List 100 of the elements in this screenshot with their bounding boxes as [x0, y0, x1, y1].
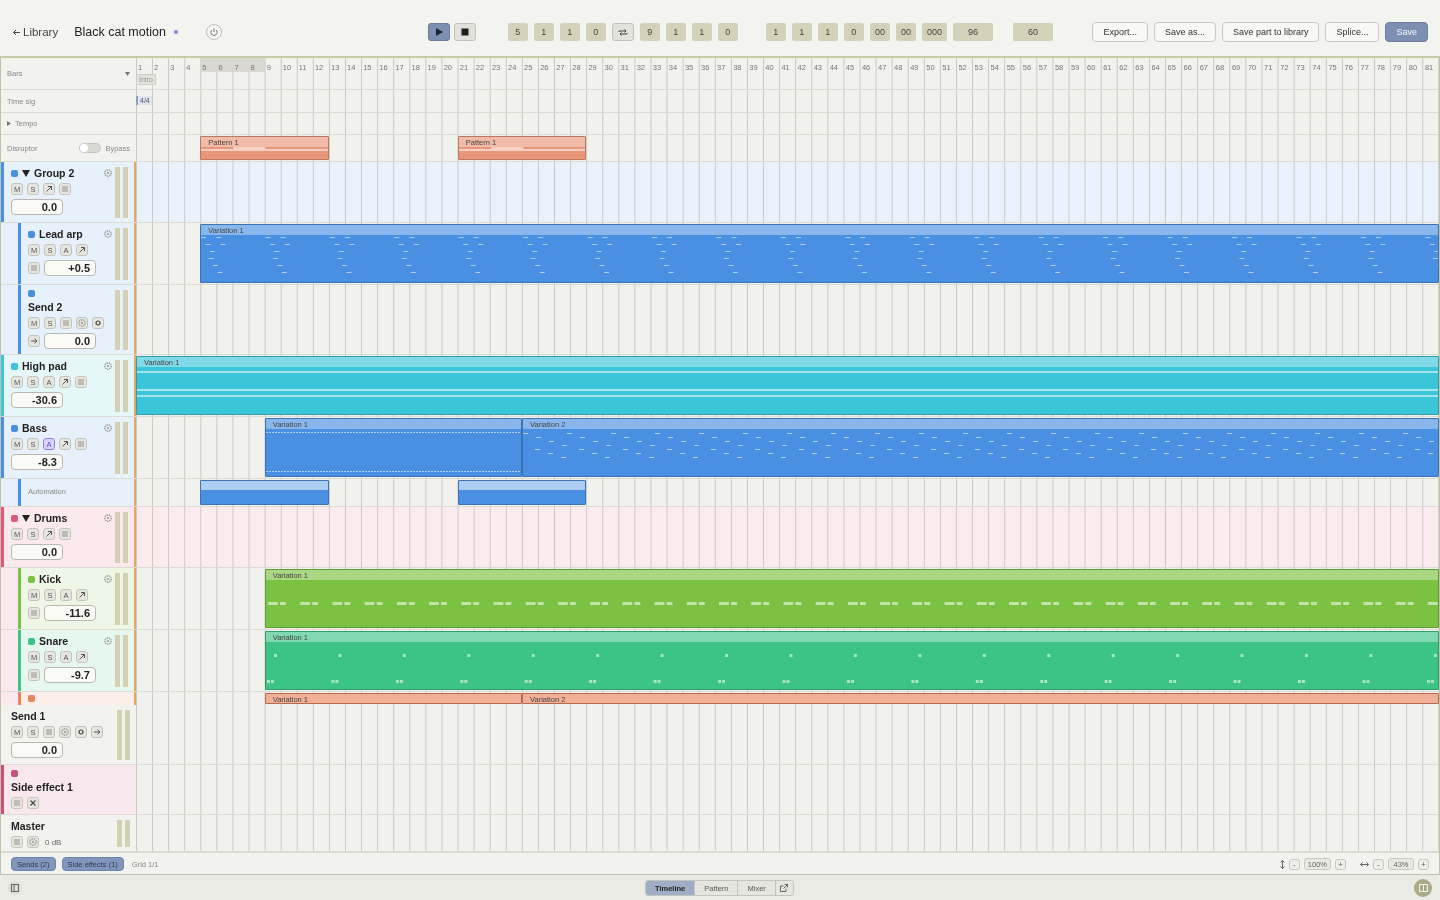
stop-button[interactable]	[453, 23, 476, 41]
position-field[interactable]: 00	[895, 23, 916, 41]
action-button[interactable]: Splice...	[1325, 22, 1380, 42]
settings-button[interactable]	[59, 726, 71, 738]
play-button[interactable]	[427, 23, 450, 41]
position-field[interactable]: 1	[559, 23, 580, 41]
square-button[interactable]	[75, 438, 87, 450]
sidebar-icon	[11, 883, 19, 892]
route-button[interactable]	[43, 528, 55, 540]
level-meter	[123, 290, 128, 350]
diagonal-arrow-icon	[77, 590, 87, 600]
track-name: Lead arp	[39, 228, 83, 240]
settings-button[interactable]	[27, 836, 39, 848]
tempo-field[interactable]: 60	[1012, 23, 1053, 41]
square-button[interactable]	[59, 183, 71, 195]
volume-field[interactable]: -30.6	[11, 392, 63, 408]
action-button[interactable]: Save part to library	[1221, 22, 1320, 42]
position-field[interactable]: 1	[817, 23, 838, 41]
square-icon	[29, 670, 39, 680]
position-field[interactable]: 1	[791, 23, 812, 41]
gear-icon	[103, 423, 113, 433]
close-button[interactable]	[27, 797, 39, 809]
ring-button[interactable]	[92, 317, 104, 329]
volume-field[interactable]: -8.3	[11, 454, 63, 470]
square-icon	[60, 184, 70, 194]
clip[interactable]	[457, 480, 587, 505]
level-meter	[125, 820, 130, 847]
loop-region[interactable]	[200, 58, 265, 72]
square-icon	[29, 608, 39, 618]
caret-icon	[125, 71, 130, 76]
volume-field[interactable]: -11.6	[44, 605, 96, 621]
action-button[interactable]: Save as...	[1153, 22, 1216, 42]
bypass-toggle[interactable]	[79, 143, 102, 153]
stop-icon	[460, 28, 469, 36]
route-button[interactable]	[76, 651, 88, 663]
level-meter	[115, 422, 120, 474]
track-name: Drums	[34, 512, 68, 524]
volume-field[interactable]: 0.0	[11, 199, 63, 215]
position-field[interactable]: 0	[843, 23, 864, 41]
horizontal-resize-icon	[1360, 861, 1369, 867]
position-field[interactable]: 0	[585, 23, 606, 41]
output-button[interactable]	[28, 335, 40, 347]
position-field[interactable]: 0	[717, 23, 738, 41]
route-button[interactable]	[43, 183, 55, 195]
back-link[interactable]: Library	[12, 26, 59, 38]
output-button[interactable]	[91, 726, 103, 738]
level-meter	[117, 710, 122, 760]
sidebar-toggle-button[interactable]	[8, 880, 22, 895]
square-button[interactable]	[11, 836, 23, 848]
clip[interactable]	[200, 480, 330, 505]
square-button[interactable]	[28, 607, 40, 619]
route-button[interactable]	[59, 376, 71, 388]
square-button[interactable]	[75, 376, 87, 388]
position-field[interactable]: 5	[507, 23, 528, 41]
position-field[interactable]: 1	[691, 23, 712, 41]
position-field[interactable]: 1	[765, 23, 786, 41]
resolution-field[interactable]: 96	[952, 23, 993, 41]
track-name: High pad	[22, 360, 67, 372]
position-field[interactable]: 1	[665, 23, 686, 41]
position-field[interactable]: 1	[533, 23, 554, 41]
diagonal-arrow-icon	[77, 245, 87, 255]
volume-field[interactable]: 0.0	[11, 742, 63, 758]
level-meter	[115, 167, 120, 218]
ring-icon	[76, 727, 86, 737]
settings-button[interactable]	[76, 317, 88, 329]
position-field[interactable]: 00	[869, 23, 890, 41]
level-meter	[115, 290, 120, 350]
gear-icon	[60, 727, 70, 737]
volume-field[interactable]: 0.0	[11, 544, 63, 560]
square-button[interactable]	[60, 317, 72, 329]
square-button[interactable]	[43, 726, 55, 738]
square-icon	[44, 727, 54, 737]
ring-button[interactable]	[75, 726, 87, 738]
track-name: Send 2	[28, 301, 63, 313]
square-button[interactable]	[11, 797, 23, 809]
track-name: Group 2	[34, 167, 75, 179]
route-button[interactable]	[76, 244, 88, 256]
loop-button[interactable]	[611, 23, 634, 41]
volume-reading: 0 dB	[45, 837, 62, 847]
square-button[interactable]	[59, 528, 71, 540]
volume-field[interactable]: 0.0	[44, 333, 96, 349]
panel-toggle-round-button[interactable]	[1414, 878, 1432, 897]
gear-icon	[28, 837, 38, 847]
position-field[interactable]: 000	[921, 23, 947, 41]
diagonal-arrow-icon	[60, 377, 70, 387]
route-button[interactable]	[76, 589, 88, 601]
volume-field[interactable]: -9.7	[44, 667, 96, 683]
right-arrow-icon	[29, 336, 39, 346]
level-meter	[125, 710, 130, 760]
project-title: Black cat motion	[74, 25, 166, 39]
track-name: Master	[11, 820, 45, 832]
position-field[interactable]: 9	[639, 23, 660, 41]
volume-field[interactable]: +0.5	[44, 260, 96, 276]
track-name: Bass	[22, 422, 48, 434]
route-button[interactable]	[59, 438, 71, 450]
square-icon	[61, 318, 71, 328]
square-button[interactable]	[28, 262, 40, 274]
action-button[interactable]: Export...	[1092, 22, 1148, 42]
track-name: Send 1	[11, 710, 46, 722]
square-button[interactable]	[28, 669, 40, 681]
